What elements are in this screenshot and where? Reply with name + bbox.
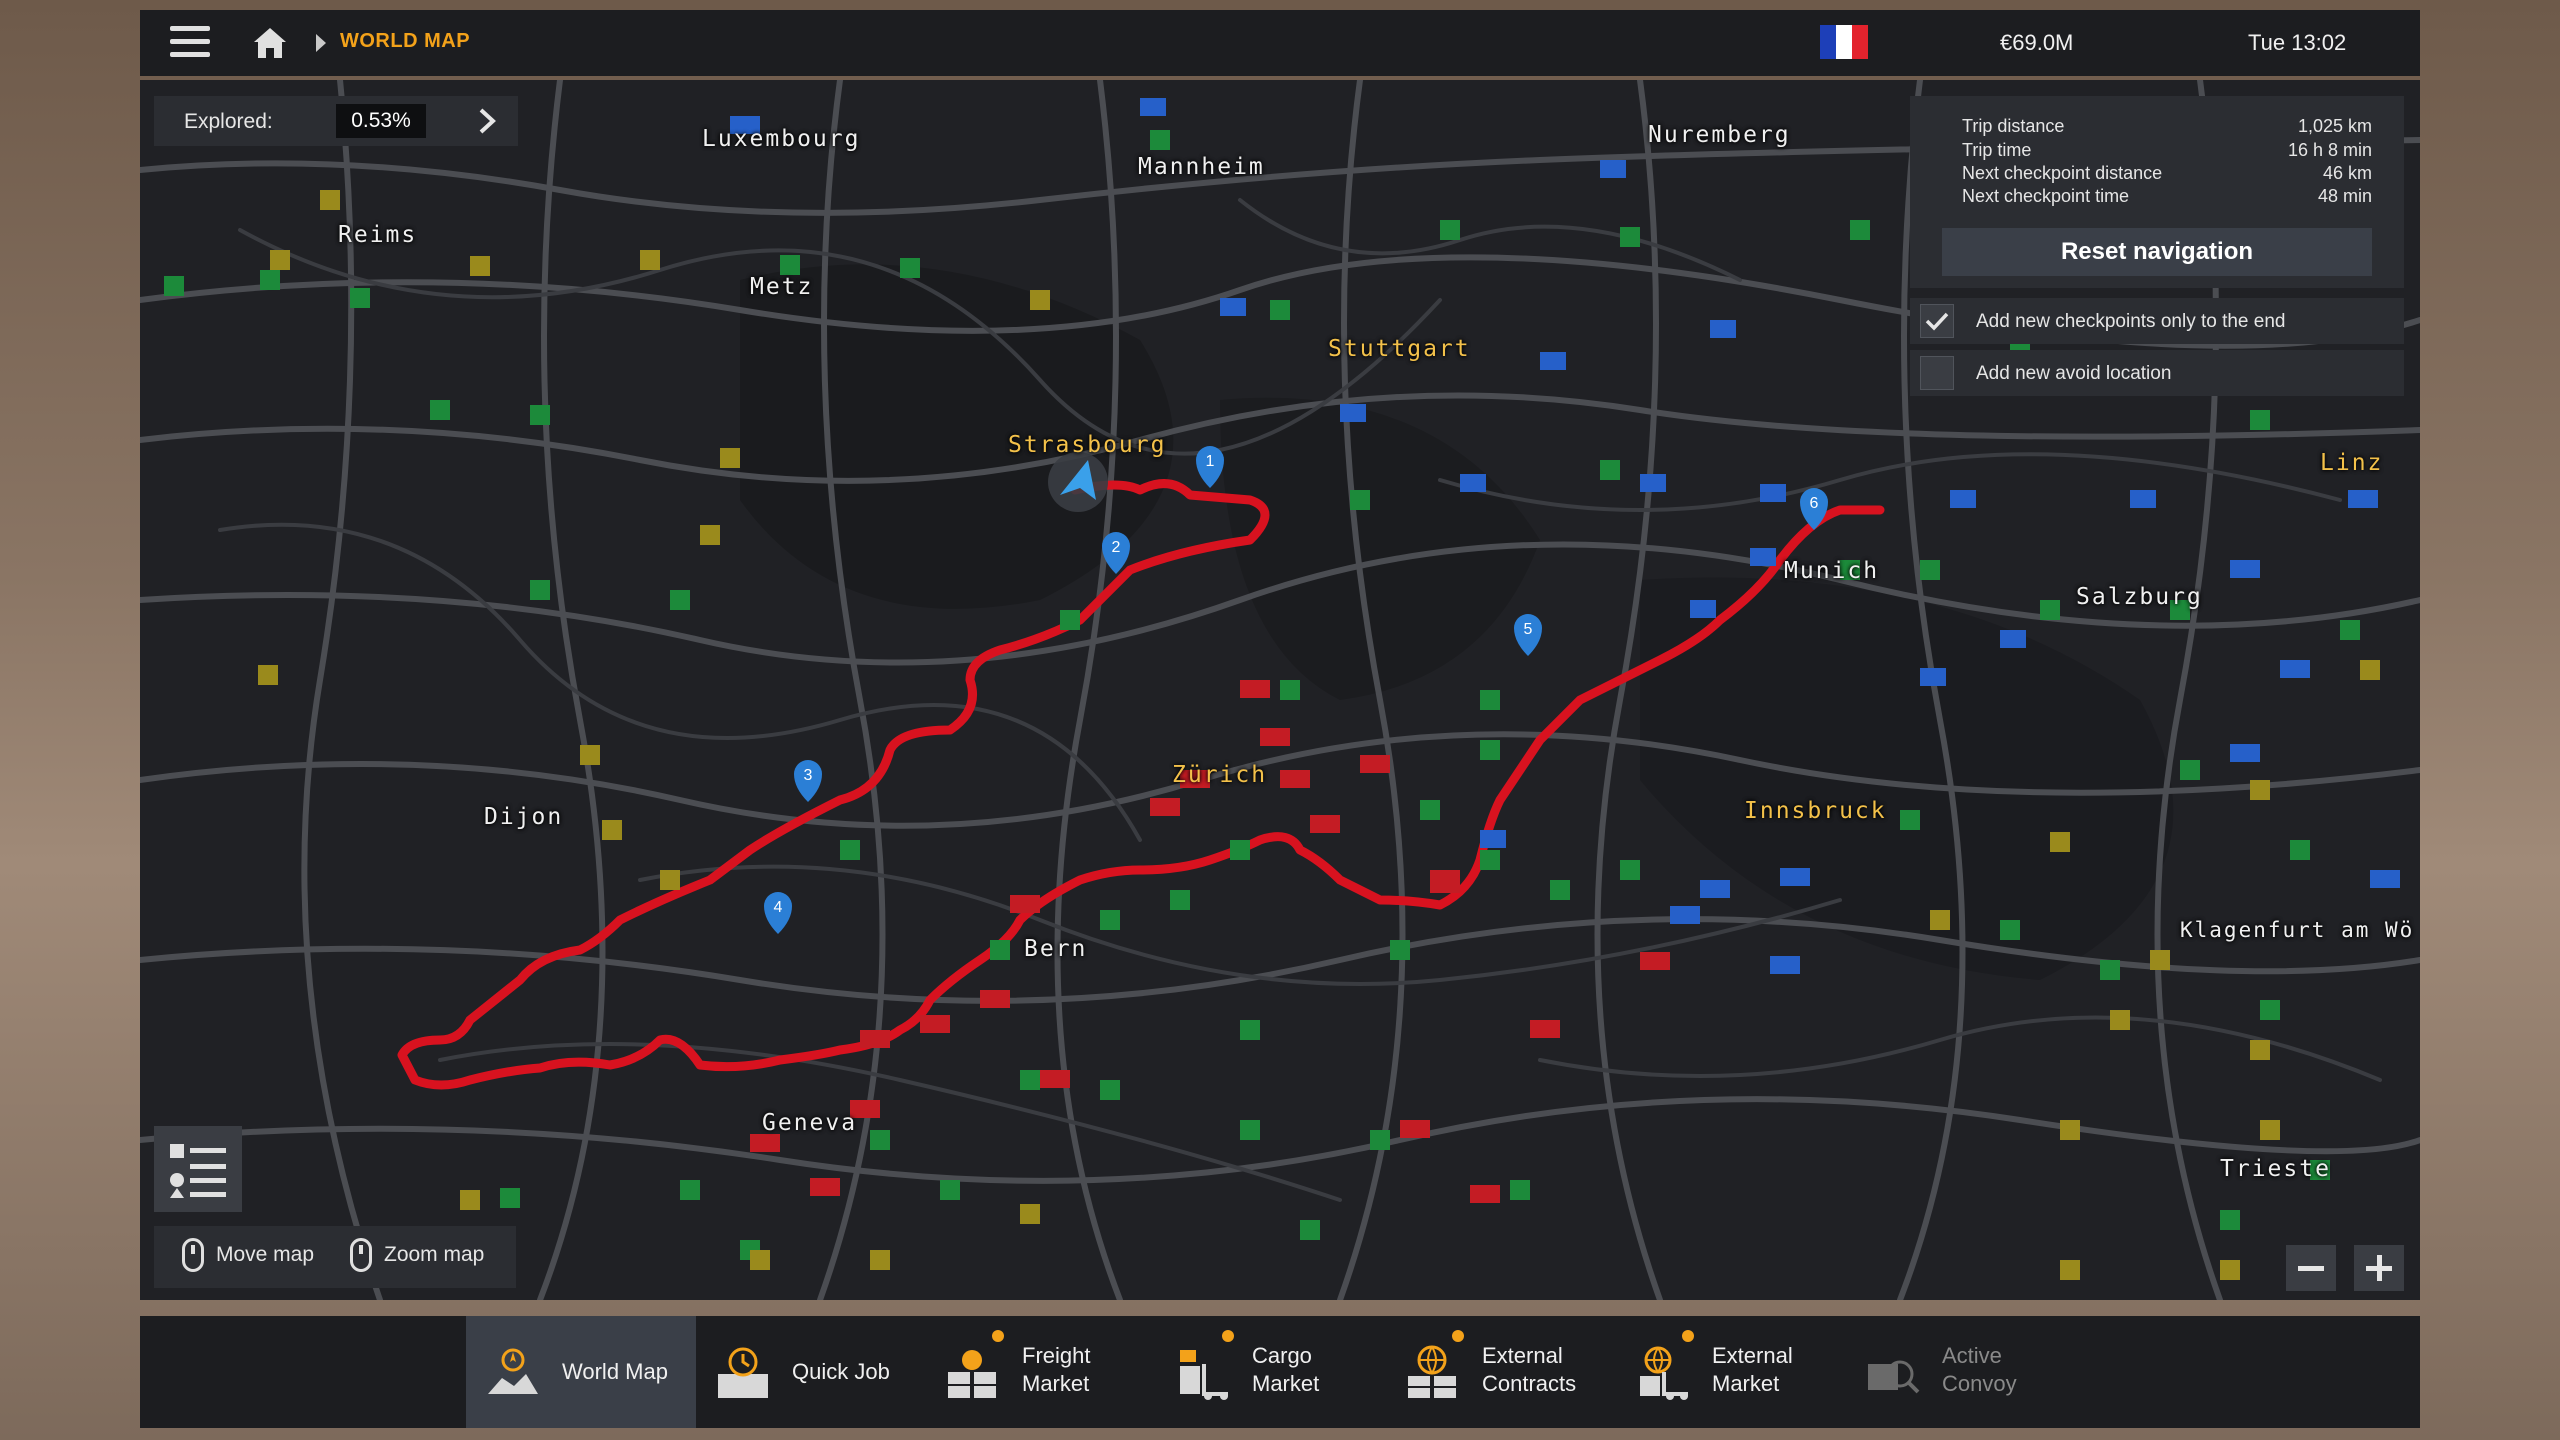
tab-freight-market-label-2: Market	[1022, 1371, 1090, 1396]
top-bar: WORLD MAP €69.0M Tue 13:02	[140, 10, 2420, 76]
tab-external-market-label-1: External	[1712, 1343, 1793, 1368]
checkpoint-distance-label: Next checkpoint distance	[1962, 163, 2163, 183]
checkpoint-2-label: 2	[1112, 539, 1121, 556]
city-label: Mannheim	[1138, 154, 1265, 180]
notification-dot	[1452, 1330, 1464, 1342]
trip-info-panel: Trip distance 1,025 km Trip time 16 h 8 …	[1910, 96, 2404, 288]
tab-active-convoy-label-1: Active	[1942, 1343, 2002, 1368]
tab-cargo-market[interactable]: Cargo Market	[1156, 1316, 1386, 1428]
move-map-hint: Move map	[182, 1238, 314, 1272]
breadcrumb-chevron-icon	[316, 34, 326, 52]
tab-freight-market[interactable]: Freight Market	[926, 1316, 1156, 1428]
checkpoint-distance-value: 46 km	[2322, 163, 2372, 183]
city-label: Linz	[2320, 450, 2384, 476]
legend-list-icon	[170, 1144, 226, 1198]
city-label: Salzburg	[2076, 584, 2203, 610]
tab-quick-job-label: Quick Job	[792, 1359, 890, 1384]
checkpoint-time-value: 48 min	[2317, 186, 2372, 206]
world-map[interactable]: 1 2 3 4 5 6 Luxembourg Mannheim Nurember…	[140, 80, 2420, 1300]
player-position-icon	[1048, 452, 1108, 512]
checkmark-icon	[1925, 312, 1949, 331]
zoom-out-button[interactable]	[2286, 1245, 2336, 1291]
city-label: Munich	[1784, 558, 1880, 584]
city-label: Dijon	[484, 804, 564, 830]
explored-label: Explored:	[184, 110, 273, 133]
money-balance: €69.0M	[2000, 30, 2074, 55]
breadcrumb: WORLD MAP	[340, 30, 471, 52]
menu-icon[interactable]	[170, 26, 210, 60]
chevron-right-icon[interactable]	[474, 108, 500, 134]
move-map-label: Move map	[216, 1243, 315, 1266]
tab-external-contracts-label-2: Contracts	[1482, 1371, 1577, 1396]
checkbox-avoid-location[interactable]	[1920, 356, 1954, 390]
tab-external-contracts-label-1: External	[1482, 1343, 1563, 1368]
active-convoy-icon	[1868, 1360, 1920, 1394]
checkpoint-3-label: 3	[804, 767, 813, 784]
country-flag-icon	[1820, 25, 1868, 59]
world-map-icon	[488, 1348, 538, 1394]
tab-active-convoy[interactable]: Active Convoy	[1846, 1316, 2076, 1428]
city-label: Innsbruck	[1744, 798, 1887, 824]
tab-world-map-label: World Map	[562, 1359, 668, 1384]
quick-job-icon	[718, 1347, 768, 1398]
external-contracts-icon	[1408, 1345, 1456, 1398]
city-label: Bern	[1024, 936, 1088, 962]
explored-value: 0.53%	[336, 104, 426, 138]
checkpoint-1-label: 1	[1206, 453, 1215, 470]
notification-dot	[1222, 1330, 1234, 1342]
city-label: Zürich	[1172, 762, 1268, 788]
game-clock: Tue 13:02	[2248, 30, 2347, 55]
option-checkpoints-end[interactable]: Add new checkpoints only to the end	[1910, 298, 2404, 344]
freight-market-icon	[948, 1350, 996, 1398]
minus-icon	[2298, 1266, 2324, 1271]
tab-quick-job[interactable]: Quick Job	[696, 1316, 926, 1428]
trip-distance-label: Trip distance	[1962, 116, 2065, 136]
city-label: Metz	[750, 274, 814, 300]
city-label: Klagenfurt am Wö	[2180, 918, 2415, 942]
city-label: Trieste	[2220, 1156, 2331, 1182]
tab-freight-market-label-1: Freight	[1022, 1343, 1091, 1368]
zoom-map-hint: Zoom map	[350, 1238, 484, 1272]
checkpoint-4-label: 4	[774, 899, 783, 916]
zoom-map-label: Zoom map	[384, 1243, 485, 1266]
option-checkpoints-end-label: Add new checkpoints only to the end	[1976, 311, 2286, 332]
tab-external-contracts[interactable]: External Contracts	[1386, 1316, 1616, 1428]
trip-time-label: Trip time	[1962, 140, 2032, 160]
notification-dot	[992, 1330, 1004, 1342]
option-avoid-location[interactable]: Add new avoid location	[1910, 350, 2404, 396]
external-market-icon	[1640, 1346, 1688, 1400]
mouse-icon	[182, 1238, 204, 1272]
tab-external-market[interactable]: External Market	[1616, 1316, 1846, 1428]
city-label: Strasbourg	[1008, 432, 1167, 458]
city-label: Nuremberg	[1648, 122, 1791, 148]
checkpoint-6-label: 6	[1810, 495, 1819, 512]
bottom-nav: World Map Quick Job Freight Market Cargo…	[140, 1316, 2420, 1428]
option-avoid-location-label: Add new avoid location	[1976, 363, 2172, 384]
city-label: Stuttgart	[1328, 336, 1471, 362]
checkpoint-time-label: Next checkpoint time	[1962, 186, 2130, 206]
trip-time-value: 16 h 8 min	[2287, 140, 2372, 160]
city-label: Luxembourg	[702, 126, 861, 152]
trip-distance-value: 1,025 km	[2297, 116, 2372, 136]
cargo-market-icon	[1180, 1350, 1228, 1400]
city-label: Geneva	[762, 1110, 858, 1136]
home-icon[interactable]	[252, 26, 288, 60]
map-legend-button[interactable]	[154, 1126, 242, 1212]
tab-cargo-market-label-2: Market	[1252, 1371, 1320, 1396]
zoom-in-button[interactable]	[2354, 1245, 2404, 1291]
reset-navigation-button[interactable]: Reset navigation	[1942, 228, 2372, 276]
tab-cargo-market-label-1: Cargo	[1252, 1343, 1312, 1368]
explored-panel: Explored: 0.53%	[154, 96, 518, 146]
city-label: Reims	[338, 222, 418, 248]
tab-active-convoy-label-2: Convoy	[1942, 1371, 2017, 1396]
mouse-scroll-icon	[350, 1238, 372, 1272]
checkpoint-5-label: 5	[1524, 621, 1533, 638]
notification-dot	[1682, 1330, 1694, 1342]
checkbox-checkpoints-end[interactable]	[1920, 304, 1954, 338]
map-controls-hint: Move map Zoom map	[154, 1226, 516, 1288]
tab-world-map[interactable]: World Map	[466, 1316, 696, 1428]
tab-external-market-label-2: Market	[1712, 1371, 1780, 1396]
